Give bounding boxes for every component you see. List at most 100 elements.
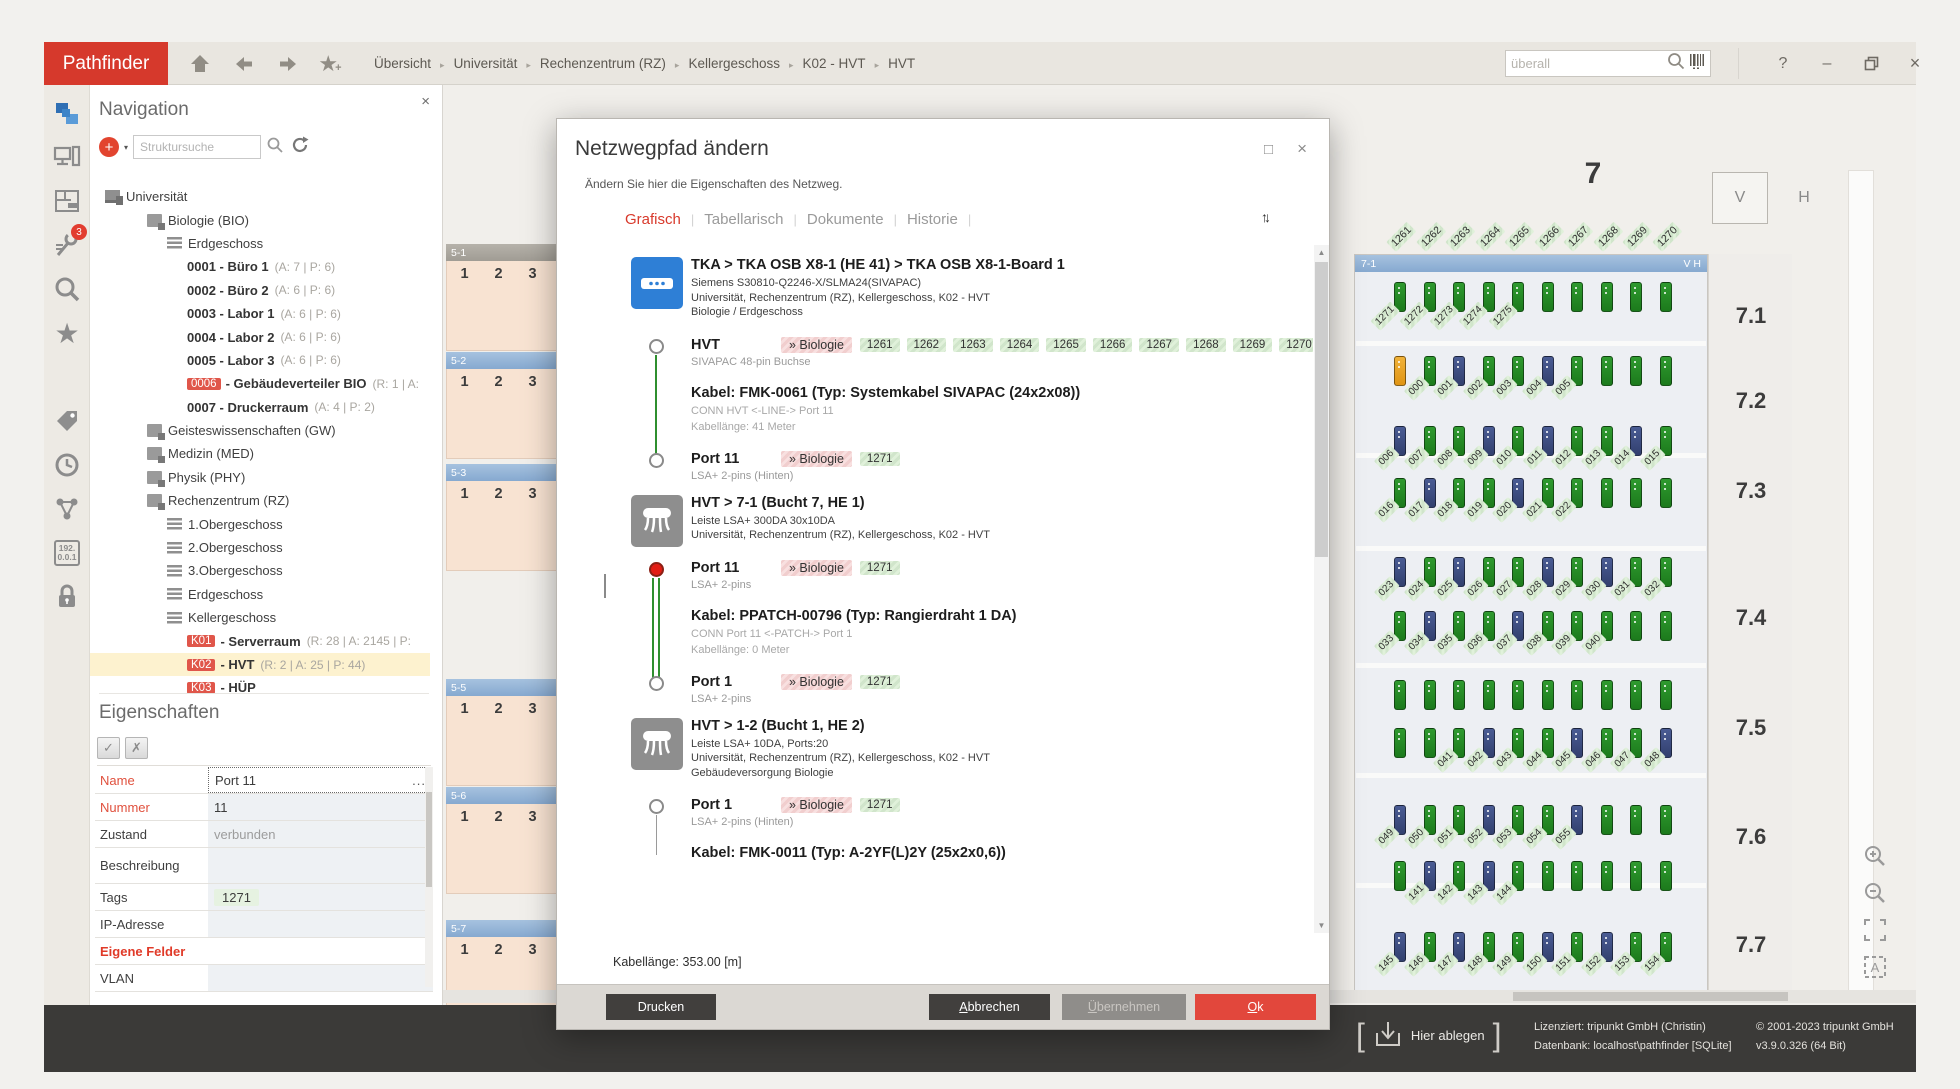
port-connector[interactable] — [1601, 478, 1613, 508]
property-row[interactable]: Tags 1271 ... — [95, 884, 433, 911]
tree-item[interactable]: Biologie (BIO) — [90, 208, 430, 231]
property-value[interactable]: Port 11 ... — [208, 767, 433, 793]
print-button[interactable]: Drucken — [606, 994, 716, 1020]
port-connector[interactable] — [1542, 282, 1554, 312]
port-connector[interactable]: 052 — [1483, 805, 1495, 835]
number-tag[interactable]: 1268 — [1186, 338, 1226, 352]
sidebar-search-view[interactable] — [44, 267, 90, 311]
vertical-view-button[interactable]: V — [1712, 172, 1768, 224]
tree-item[interactable]: Physik (PHY) — [90, 466, 430, 489]
port-connector[interactable]: 1273 — [1453, 282, 1465, 312]
breadcrumb-item[interactable]: K02 - HVT — [803, 56, 866, 71]
port-connector[interactable]: 043 — [1512, 728, 1524, 758]
port-connector[interactable]: 018 — [1453, 478, 1465, 508]
port-connector[interactable]: 1271 — [1394, 282, 1406, 312]
dialog-tab[interactable]: Dokumente — [807, 211, 907, 228]
port-connector[interactable]: 141 — [1424, 861, 1436, 891]
port-connector[interactable] — [1394, 861, 1406, 891]
property-value[interactable]: 1271 ... — [208, 884, 433, 910]
navigation-close-icon[interactable]: × — [421, 93, 430, 110]
property-value[interactable]: 11 ... — [208, 794, 433, 820]
panel-header[interactable]: 5-1 — [446, 244, 570, 261]
property-row[interactable]: VLAN ... — [95, 965, 433, 992]
port-connector[interactable]: 055 — [1571, 805, 1583, 835]
sidebar-lock-view[interactable] — [44, 575, 90, 619]
port-connector[interactable]: 040 — [1601, 611, 1613, 641]
port-connector[interactable] — [1630, 611, 1642, 641]
port-connector[interactable]: 148 — [1483, 932, 1495, 962]
port-connector[interactable]: 019 — [1483, 478, 1495, 508]
port-connector[interactable] — [1571, 282, 1583, 312]
path-item[interactable]: Kabel: PPATCH-00796 (Typ: Rangierdraht 1… — [557, 608, 1313, 657]
port-connector[interactable]: 1272 — [1424, 282, 1436, 312]
app-logo[interactable]: Pathfinder — [44, 42, 168, 85]
distributor-panel[interactable]: 5-5 123 — [446, 679, 570, 786]
tree-item[interactable]: Erdgeschoss — [90, 583, 430, 606]
number-tag[interactable]: 1270 — [1279, 338, 1313, 352]
port-connector[interactable]: 144 — [1512, 861, 1524, 891]
restore-button[interactable] — [1850, 42, 1892, 85]
property-value[interactable]: ... — [208, 911, 433, 937]
port-connector[interactable]: 013 — [1601, 426, 1613, 456]
port-connector[interactable] — [1601, 282, 1613, 312]
port-connector[interactable]: 021 — [1542, 478, 1554, 508]
port-connector[interactable]: 002 — [1483, 356, 1495, 386]
port-connector[interactable] — [1630, 680, 1642, 710]
port-connector[interactable] — [1630, 478, 1642, 508]
port-connector[interactable]: 047 — [1630, 728, 1642, 758]
port-connector[interactable]: 012 — [1571, 426, 1583, 456]
port-connector[interactable]: 024 — [1424, 557, 1436, 587]
property-row[interactable]: Zustand verbunden ... — [95, 821, 433, 848]
tree-item[interactable]: 0007 - Druckerraum (A: 4 | P: 2) — [90, 396, 430, 419]
port-connector[interactable]: 004 — [1542, 356, 1554, 386]
port-connector[interactable]: 033 — [1394, 611, 1406, 641]
barcode-icon[interactable] — [1689, 52, 1705, 75]
port-connector[interactable]: 003 — [1512, 356, 1524, 386]
port-connector[interactable]: 042 — [1483, 728, 1495, 758]
tree-item[interactable]: 0001 - Büro 1 (A: 7 | P: 6) — [90, 255, 430, 278]
tree-item[interactable]: Universität — [90, 185, 430, 208]
forward-icon[interactable] — [268, 42, 308, 85]
port-connector[interactable]: 025 — [1453, 557, 1465, 587]
property-value[interactable]: verbunden ... — [208, 821, 433, 847]
home-icon[interactable] — [180, 42, 220, 85]
label-toggle-icon[interactable]: A — [1859, 951, 1891, 983]
breadcrumb-item[interactable]: HVT — [888, 56, 915, 71]
port-connector[interactable]: 1275 — [1512, 282, 1524, 312]
structure-search-input[interactable]: Struktursuche — [133, 135, 261, 159]
port-connector[interactable]: 000 — [1424, 356, 1436, 386]
sidebar-structure-view[interactable] — [44, 91, 90, 135]
breadcrumb-item[interactable]: Universität — [454, 56, 518, 71]
tree-item[interactable]: 0003 - Labor 1 (A: 6 | P: 6) — [90, 302, 430, 325]
apply-button[interactable]: ✓ — [97, 737, 120, 759]
sidebar-statistics-view[interactable] — [44, 355, 90, 399]
port-connector[interactable]: 032 — [1660, 557, 1672, 587]
ellipsis-button[interactable]: ... — [412, 773, 426, 788]
breadcrumb-item[interactable]: Rechenzentrum (RZ) — [540, 56, 666, 71]
tree-item[interactable]: Geisteswissenschaften (GW) — [90, 419, 430, 442]
breadcrumb-item[interactable]: Übersicht — [374, 56, 431, 71]
distributor-panel[interactable]: 5-6 123 — [446, 787, 570, 894]
number-tag[interactable]: 1267 — [1139, 338, 1179, 352]
zoom-in-icon[interactable] — [1859, 840, 1891, 872]
refresh-icon[interactable] — [291, 135, 310, 159]
tree-item[interactable]: Erdgeschoss — [90, 232, 430, 255]
tree-item[interactable]: 0002 - Büro 2 (A: 6 | P: 6) — [90, 279, 430, 302]
port-connector[interactable]: 038 — [1542, 611, 1554, 641]
tree-item[interactable]: Kellergeschoss — [90, 606, 430, 629]
port-connector[interactable]: 034 — [1424, 611, 1436, 641]
port-connector[interactable]: 050 — [1424, 805, 1436, 835]
port-connector[interactable] — [1660, 680, 1672, 710]
number-tag[interactable]: 1264 — [1000, 338, 1040, 352]
port-connector[interactable]: 045 — [1571, 728, 1583, 758]
favorite-add-icon[interactable]: ★+ — [310, 42, 350, 85]
dialog-tab[interactable]: Grafisch — [625, 211, 704, 228]
number-tag[interactable]: 1266 — [1093, 338, 1133, 352]
tree-item[interactable]: 1.Obergeschoss — [90, 512, 430, 535]
port-connector[interactable] — [1660, 611, 1672, 641]
distributor-panel[interactable]: 5-1 123 — [446, 244, 570, 351]
number-tag[interactable]: 1271 — [860, 675, 900, 689]
tree-item[interactable]: K02 - HVT (R: 2 | A: 25 | P: 44) — [90, 653, 430, 676]
sidebar-service-view[interactable]: 3 — [44, 223, 90, 267]
path-item[interactable]: Kabel: FMK-0011 (Typ: A-2YF(L)2Y (25x2x0… — [557, 845, 1313, 864]
